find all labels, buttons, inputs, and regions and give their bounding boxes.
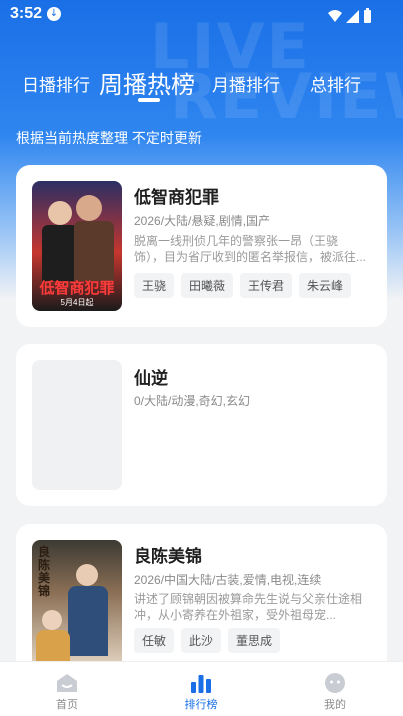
wifi-icon: [328, 10, 342, 22]
item-title: 仙逆: [134, 369, 168, 388]
profile-face-icon: [325, 673, 345, 693]
poster-image: 良陈美锦: [32, 540, 122, 670]
actor-tag[interactable]: 此沙: [181, 628, 222, 653]
download-icon: ↓: [47, 7, 61, 21]
tab-overall[interactable]: 总排行: [310, 71, 361, 96]
nav-ranking[interactable]: 排行榜: [134, 662, 268, 716]
active-tab-indicator: [138, 98, 160, 102]
poster-image: 低智商犯罪 5月4日起: [32, 181, 122, 311]
item-meta: 2026/中国大陆/古装,爱情,电视,连续: [134, 573, 322, 587]
actor-tag[interactable]: 朱云峰: [299, 273, 352, 298]
ranking-tabs: 日播排行 周播热榜 月播排行 总排行: [0, 62, 403, 112]
actor-tag[interactable]: 董思成: [228, 628, 281, 653]
signal-icon: [346, 10, 359, 23]
chart-bars-icon: [191, 675, 211, 693]
page-subtitle: 根据当前热度整理 不定时更新: [16, 130, 202, 146]
nav-profile-label: 我的: [324, 699, 346, 711]
item-meta: 2026/大陆/悬疑,剧情,国产: [134, 214, 271, 228]
item-meta: 0/大陆/动漫,奇幻,玄幻: [134, 394, 251, 408]
item-description: 讲述了顾锦朝因被算命先生说与父亲仕途相冲，从小寄养在外祖家，受外祖母宠...: [134, 592, 363, 622]
status-time: 3:52: [10, 5, 43, 22]
poster-placeholder: [32, 360, 122, 490]
status-bar: 3:52 ↓: [0, 0, 403, 32]
list-item[interactable]: 良陈美锦 良陈美锦 2026/中国大陆/古装,爱情,电视,连续 讲述了顾锦朝因被…: [16, 524, 387, 674]
item-title: 低智商犯罪: [134, 188, 219, 207]
actor-tag[interactable]: 田曦薇: [181, 273, 234, 298]
bottom-nav: 首页 排行榜 我的: [0, 661, 403, 716]
poster-date-text: 5月4日起: [60, 298, 94, 307]
actor-tag[interactable]: 任敏: [134, 628, 175, 653]
status-icons: [328, 8, 371, 23]
item-tags: 任敏 此沙 董思成: [134, 628, 281, 653]
list-item[interactable]: 低智商犯罪 5月4日起 低智商犯罪 2026/大陆/悬疑,剧情,国产 脱离一线刑…: [16, 165, 387, 327]
nav-profile[interactable]: 我的: [268, 662, 402, 716]
tab-monthly[interactable]: 月播排行: [212, 71, 280, 96]
actor-tag[interactable]: 王传君: [240, 273, 293, 298]
nav-ranking-label: 排行榜: [184, 699, 218, 711]
tab-weekly[interactable]: 周播热榜: [99, 65, 195, 100]
actor-tag[interactable]: 王骁: [134, 273, 175, 298]
item-description: 脱离一线刑侦几年的警察张一昂（王骁 饰），目为省厅收到的匿名举报信，被派往...: [134, 234, 367, 264]
tab-daily[interactable]: 日播排行: [22, 71, 90, 96]
nav-home[interactable]: 首页: [0, 662, 134, 716]
battery-icon: [364, 10, 371, 23]
home-icon: [57, 674, 77, 692]
item-tags: 王骁 田曦薇 王传君 朱云峰: [134, 273, 352, 298]
list-item[interactable]: 仙逆 0/大陆/动漫,奇幻,玄幻: [16, 344, 387, 506]
item-title: 良陈美锦: [134, 547, 202, 566]
nav-home-label: 首页: [56, 699, 78, 711]
poster-title-text: 良陈美锦: [38, 545, 51, 598]
poster-title-text: 低智商犯罪: [39, 280, 115, 297]
